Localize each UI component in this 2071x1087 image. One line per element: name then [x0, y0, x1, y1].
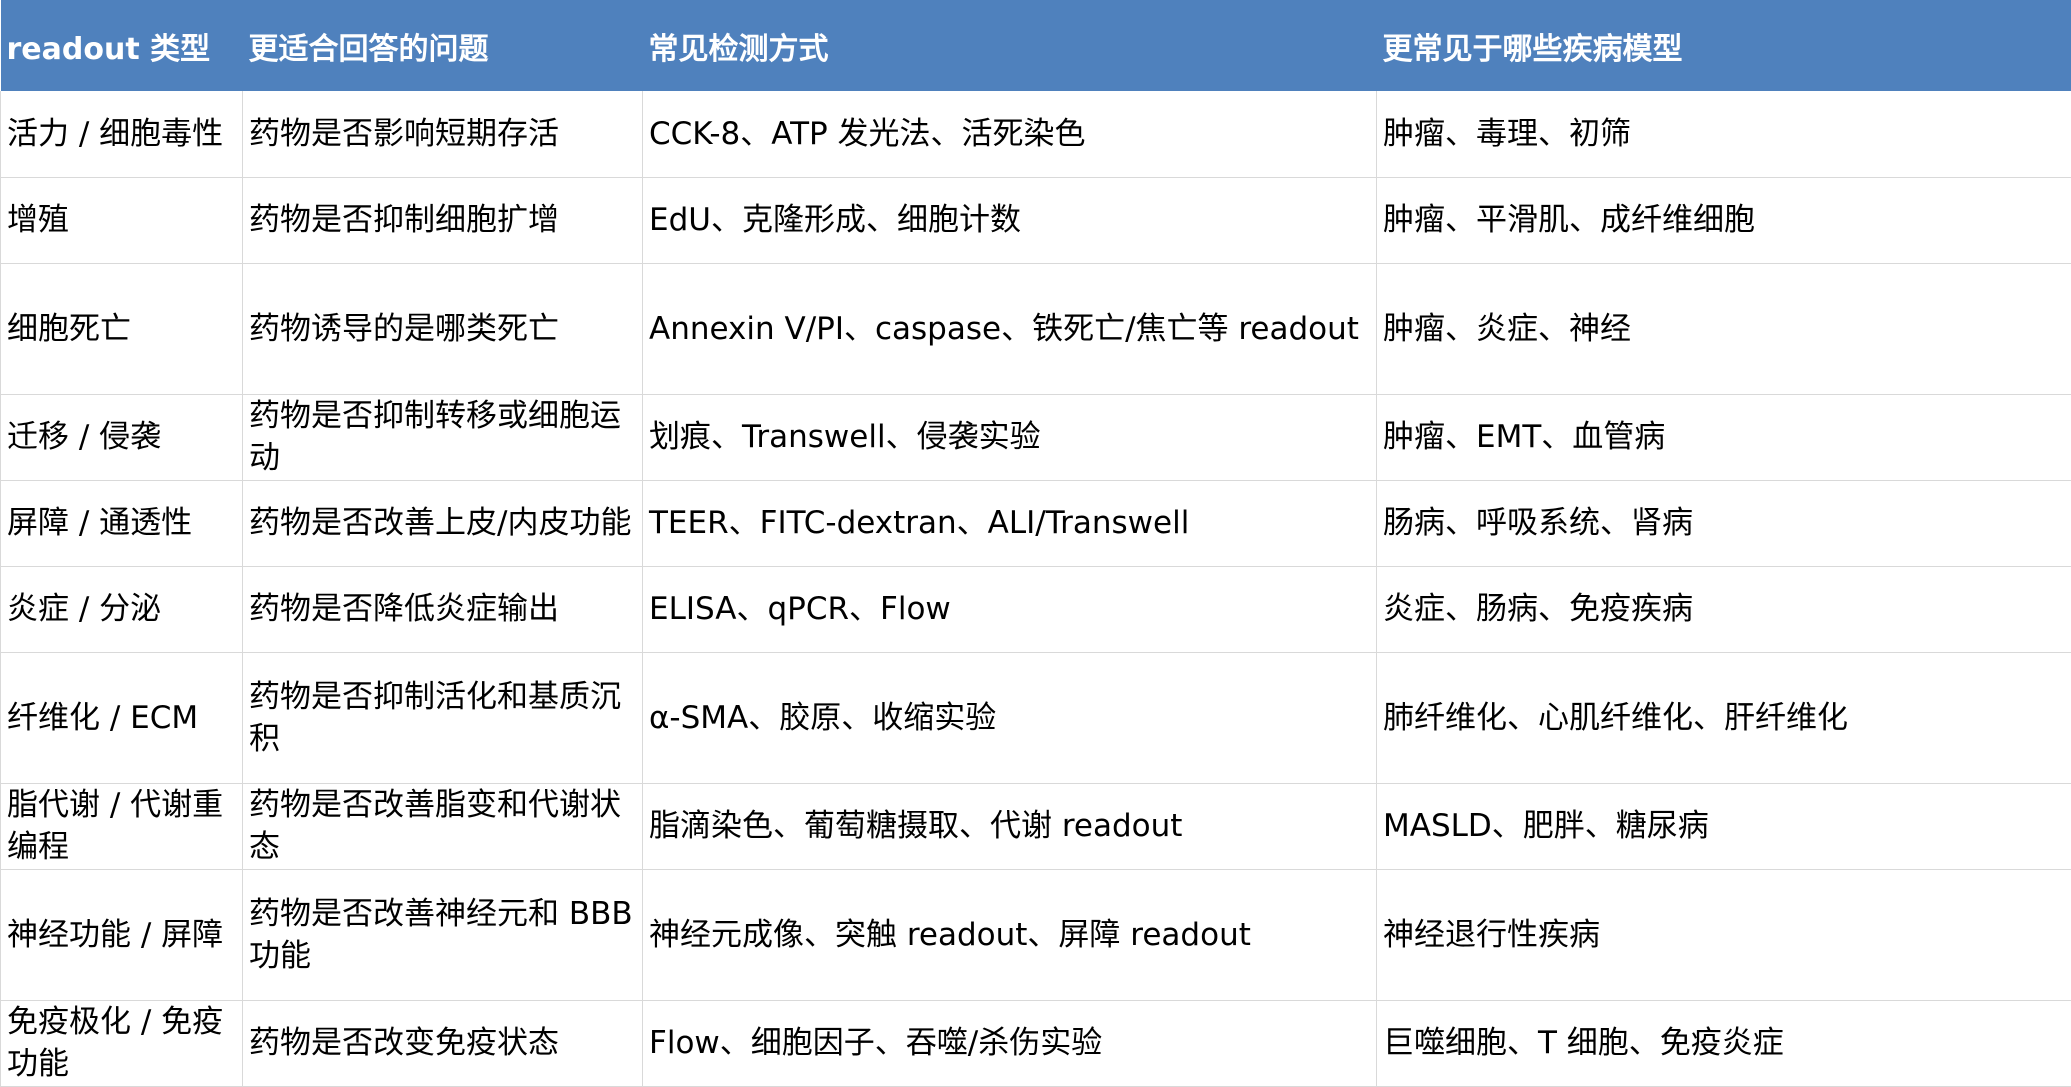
table-cell[interactable]: 肿瘤、EMT、血管病 [1377, 394, 2071, 480]
header-detection-method[interactable]: 常见检测方式 [643, 0, 1377, 91]
table-cell[interactable]: 肺纤维化、心肌纤维化、肝纤维化 [1377, 652, 2071, 783]
table-row: 纤维化 / ECM 药物是否抑制活化和基质沉积 α-SMA、胶原、收缩实验 肺纤… [1, 652, 2071, 783]
header-question[interactable]: 更适合回答的问题 [243, 0, 643, 91]
table-cell[interactable]: 脂滴染色、葡萄糖摄取、代谢 readout [643, 783, 1377, 869]
table-cell[interactable]: 划痕、Transwell、侵袭实验 [643, 394, 1377, 480]
table-cell[interactable]: 炎症 / 分泌 [1, 566, 243, 652]
table-cell[interactable]: 药物是否降低炎症输出 [243, 566, 643, 652]
table-cell[interactable]: 迁移 / 侵袭 [1, 394, 243, 480]
table-row: 神经功能 / 屏障 药物是否改善神经元和 BBB 功能 神经元成像、突触 rea… [1, 869, 2071, 1000]
table-cell[interactable]: 活力 / 细胞毒性 [1, 91, 243, 177]
table-cell[interactable]: CCK-8、ATP 发光法、活死染色 [643, 91, 1377, 177]
table-cell[interactable]: 药物是否改善上皮/内皮功能 [243, 480, 643, 566]
spreadsheet: readout 类型 更适合回答的问题 常见检测方式 更常见于哪些疾病模型 活力… [0, 0, 2071, 1080]
table-cell[interactable]: 神经退行性疾病 [1377, 869, 2071, 1000]
table-cell[interactable]: 肠病、呼吸系统、肾病 [1377, 480, 2071, 566]
table-cell[interactable]: MASLD、肥胖、糖尿病 [1377, 783, 2071, 869]
header-readout-type[interactable]: readout 类型 [1, 0, 243, 91]
table-cell[interactable]: 肿瘤、炎症、神经 [1377, 263, 2071, 394]
table-cell[interactable]: 屏障 / 通透性 [1, 480, 243, 566]
table-cell[interactable]: 脂代谢 / 代谢重编程 [1, 783, 243, 869]
header-row: readout 类型 更适合回答的问题 常见检测方式 更常见于哪些疾病模型 [1, 0, 2071, 91]
table-cell[interactable]: 药物是否改善脂变和代谢状态 [243, 783, 643, 869]
table-row: 炎症 / 分泌 药物是否降低炎症输出 ELISA、qPCR、Flow 炎症、肠病… [1, 566, 2071, 652]
table-cell[interactable]: 炎症、肠病、免疫疾病 [1377, 566, 2071, 652]
table-cell[interactable]: 肿瘤、毒理、初筛 [1377, 91, 2071, 177]
table-row: 脂代谢 / 代谢重编程 药物是否改善脂变和代谢状态 脂滴染色、葡萄糖摄取、代谢 … [1, 783, 2071, 869]
table-cell[interactable]: 药物是否抑制细胞扩增 [243, 177, 643, 263]
table-cell[interactable]: 药物诱导的是哪类死亡 [243, 263, 643, 394]
table-cell[interactable]: ELISA、qPCR、Flow [643, 566, 1377, 652]
table-cell[interactable]: 药物是否抑制活化和基质沉积 [243, 652, 643, 783]
table-cell[interactable]: TEER、FITC-dextran、ALI/Transwell [643, 480, 1377, 566]
table-cell[interactable]: 神经元成像、突触 readout、屏障 readout [643, 869, 1377, 1000]
table-row: 活力 / 细胞毒性 药物是否影响短期存活 CCK-8、ATP 发光法、活死染色 … [1, 91, 2071, 177]
table-cell[interactable]: 神经功能 / 屏障 [1, 869, 243, 1000]
table-row: 迁移 / 侵袭 药物是否抑制转移或细胞运动 划痕、Transwell、侵袭实验 … [1, 394, 2071, 480]
table-cell[interactable]: Flow、细胞因子、吞噬/杀伤实验 [643, 1000, 1377, 1086]
header-disease-model[interactable]: 更常见于哪些疾病模型 [1377, 0, 2071, 91]
table-cell[interactable]: 免疫极化 / 免疫功能 [1, 1000, 243, 1086]
table-cell[interactable]: 巨噬细胞、T 细胞、免疫炎症 [1377, 1000, 2071, 1086]
table-row: 增殖 药物是否抑制细胞扩增 EdU、克隆形成、细胞计数 肿瘤、平滑肌、成纤维细胞 [1, 177, 2071, 263]
table-cell[interactable]: 肿瘤、平滑肌、成纤维细胞 [1377, 177, 2071, 263]
table-cell[interactable]: 纤维化 / ECM [1, 652, 243, 783]
table-cell[interactable]: 药物是否抑制转移或细胞运动 [243, 394, 643, 480]
table-cell[interactable]: EdU、克隆形成、细胞计数 [643, 177, 1377, 263]
table-cell[interactable]: 细胞死亡 [1, 263, 243, 394]
table-cell[interactable]: 药物是否改善神经元和 BBB 功能 [243, 869, 643, 1000]
table-cell[interactable]: 药物是否改变免疫状态 [243, 1000, 643, 1086]
table-cell[interactable]: 药物是否影响短期存活 [243, 91, 643, 177]
table-row: 细胞死亡 药物诱导的是哪类死亡 Annexin V/PI、caspase、铁死亡… [1, 263, 2071, 394]
table-cell[interactable]: α-SMA、胶原、收缩实验 [643, 652, 1377, 783]
table-cell[interactable]: Annexin V/PI、caspase、铁死亡/焦亡等 readout [643, 263, 1377, 394]
table-row: 免疫极化 / 免疫功能 药物是否改变免疫状态 Flow、细胞因子、吞噬/杀伤实验… [1, 1000, 2071, 1086]
table-row: 屏障 / 通透性 药物是否改善上皮/内皮功能 TEER、FITC-dextran… [1, 480, 2071, 566]
table-cell[interactable]: 增殖 [1, 177, 243, 263]
readout-table: readout 类型 更适合回答的问题 常见检测方式 更常见于哪些疾病模型 活力… [0, 0, 2071, 1087]
